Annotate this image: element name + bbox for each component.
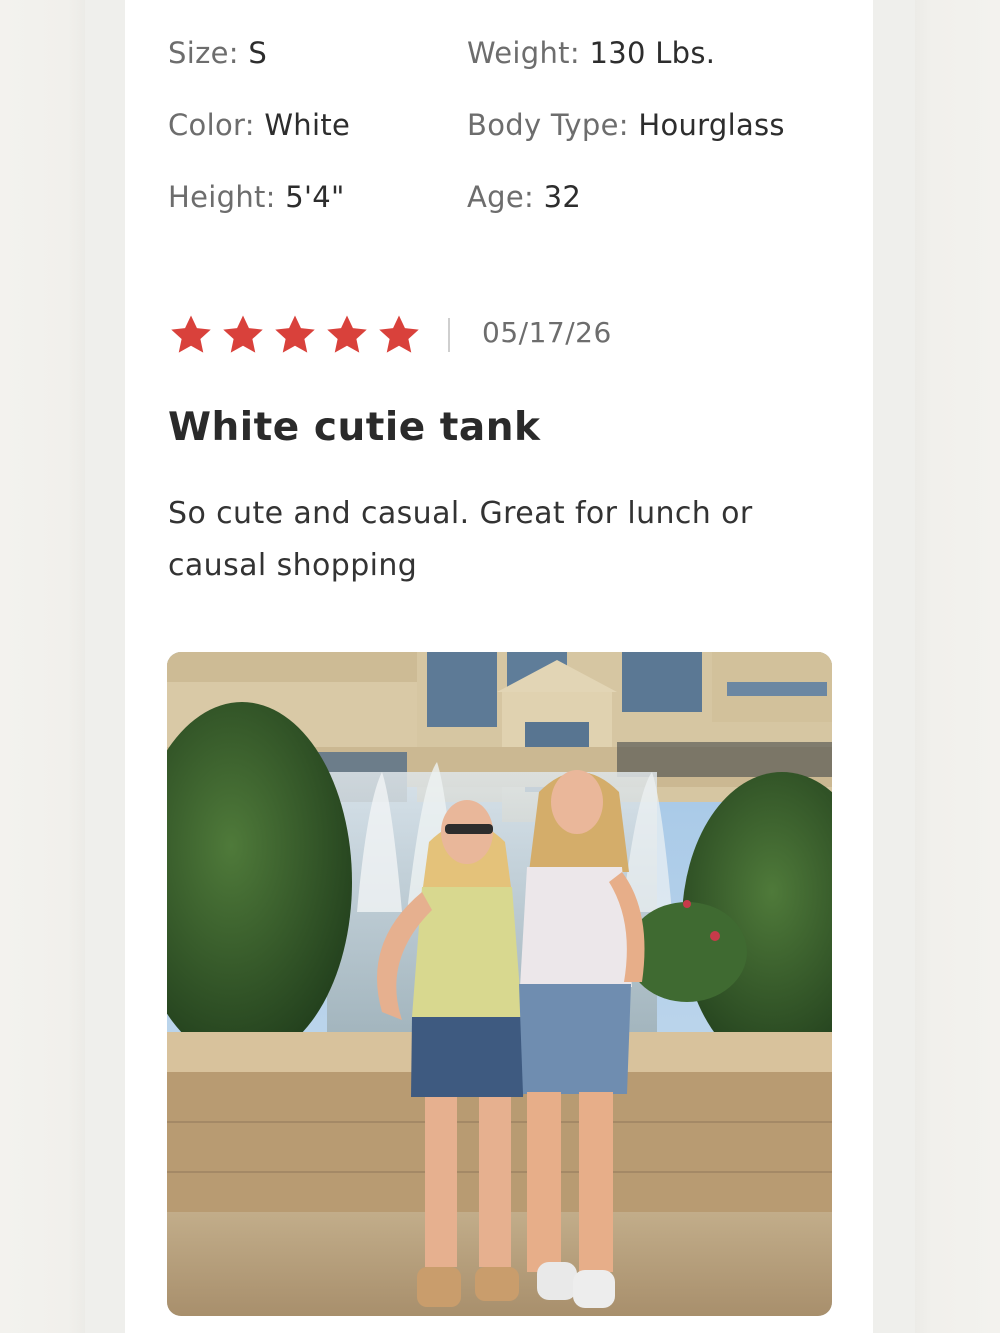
attr-age-value: 32: [543, 180, 582, 214]
star-rating: [168, 312, 422, 358]
right-gutter: [873, 0, 915, 1333]
attr-color: Color: White: [168, 108, 350, 142]
star-icon: [223, 315, 263, 353]
attr-color-label: Color:: [168, 108, 255, 142]
review-body: So cute and casual. Great for lunch or c…: [168, 496, 753, 583]
attr-size-value: S: [248, 36, 268, 70]
attr-body-type: Body Type: Hourglass: [467, 108, 785, 142]
review-photo-image: [167, 652, 832, 1316]
star-icon: [327, 315, 367, 353]
attr-color-value: White: [264, 108, 351, 142]
attr-height: Height: 5'4": [168, 180, 345, 214]
left-gutter: [85, 0, 125, 1333]
right-backdrop: [915, 0, 1000, 1333]
attr-height-value: 5'4": [285, 180, 345, 214]
attr-weight-value: 130 Lbs.: [589, 36, 716, 70]
rating-divider: [448, 318, 450, 352]
star-icon: [171, 315, 211, 353]
review-date: 05/17/26: [482, 316, 612, 349]
attr-size: Size: S: [168, 36, 267, 70]
review-photo[interactable]: [167, 652, 832, 1316]
attr-weight-label: Weight:: [467, 36, 580, 70]
attr-age: Age: 32: [467, 180, 581, 214]
attr-weight: Weight: 130 Lbs.: [467, 36, 715, 70]
attr-size-label: Size:: [168, 36, 239, 70]
star-icon: [379, 315, 419, 353]
star-icon: [275, 315, 315, 353]
attr-height-label: Height:: [168, 180, 276, 214]
attr-body-type-label: Body Type:: [467, 108, 629, 142]
left-backdrop: [0, 0, 85, 1333]
attr-age-label: Age:: [467, 180, 535, 214]
attr-body-type-value: Hourglass: [638, 108, 785, 142]
review-title: White cutie tank: [168, 405, 541, 450]
